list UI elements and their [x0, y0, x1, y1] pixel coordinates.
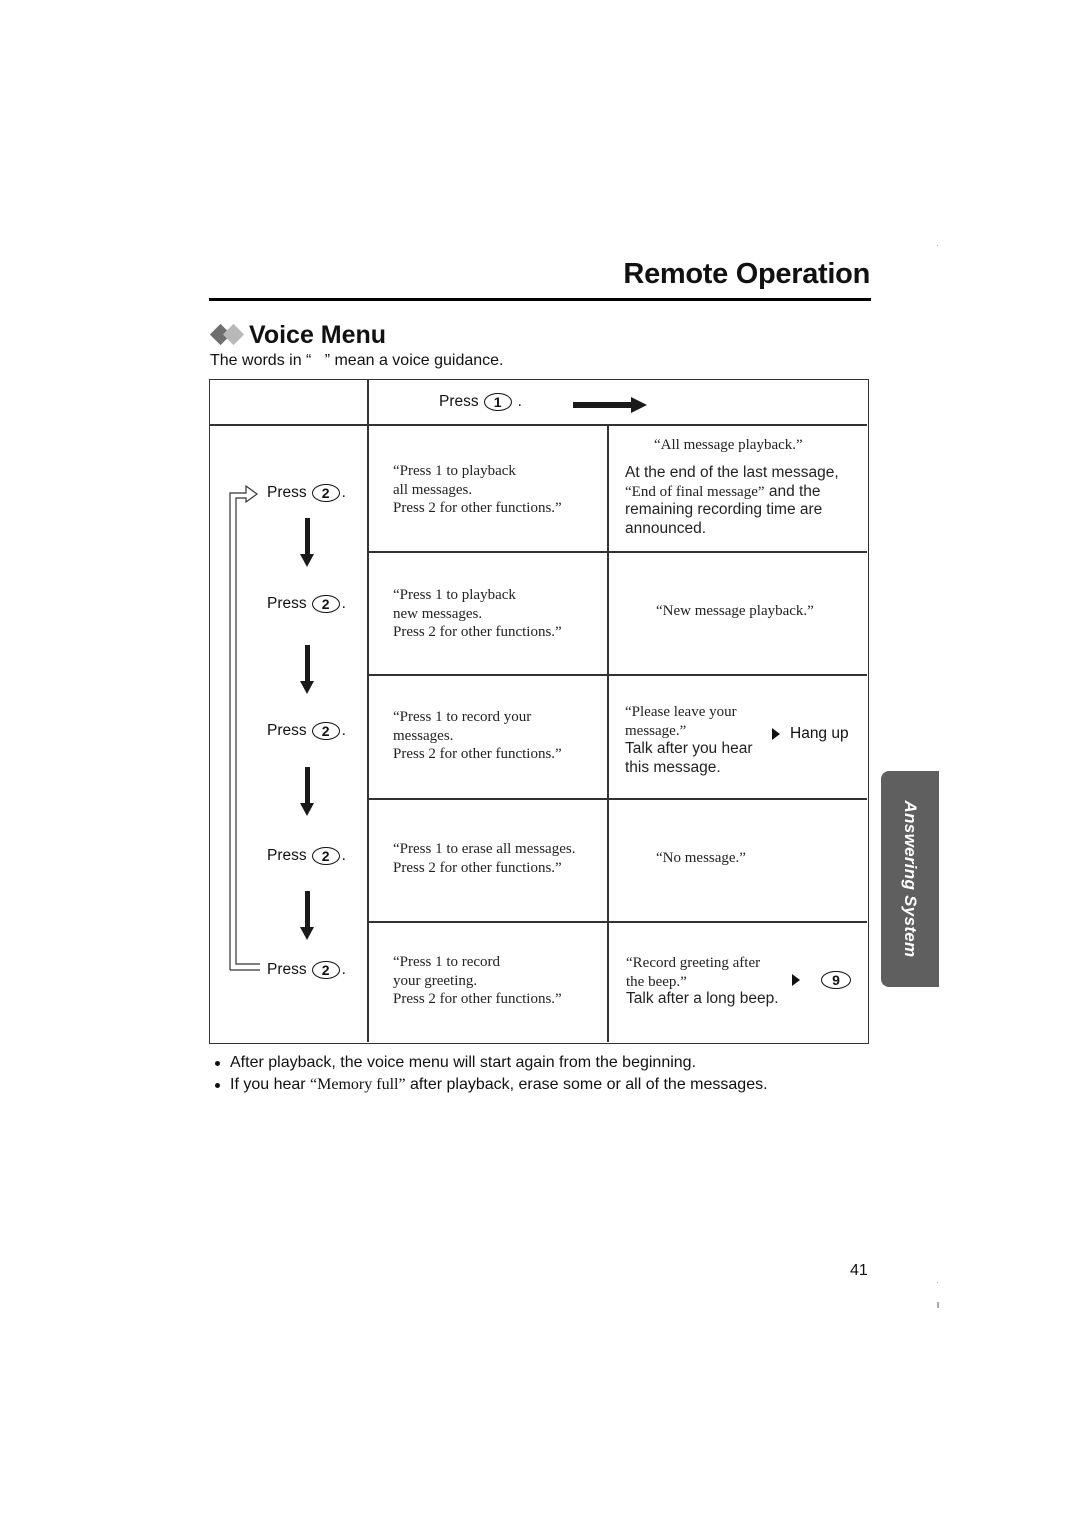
small-arrow-right-icon [792, 974, 800, 986]
result-voice: “New message playback.” [656, 603, 814, 619]
side-tab-label: Answering System [901, 800, 920, 958]
double-diamond-icon [209, 323, 246, 346]
note-text: If you hear “Memory full” after playback… [230, 1076, 768, 1094]
result-voice: “Please leave your message.” [625, 704, 737, 739]
result-note: At the end of the last message, “End of … [625, 464, 865, 538]
press-label: Press [439, 393, 479, 410]
table-divider [210, 424, 867, 426]
press-2-row-4: Press 2 . [267, 847, 346, 865]
note-item: If you hear “Memory full” after playback… [215, 1076, 768, 1094]
press-suffix: . [517, 393, 522, 410]
note-text-part: If you hear [230, 1076, 311, 1093]
key-icon: 2 [311, 722, 340, 740]
hang-up-action: Hang up [772, 725, 849, 743]
note-text-part: after playback, erase some or all of the… [405, 1076, 768, 1093]
heading-rule [209, 298, 871, 301]
page-number: 41 [850, 1262, 868, 1279]
bullet-icon [215, 1060, 220, 1066]
table-divider [367, 380, 369, 1042]
prompt-text: “Press 1 to record your greeting. Press … [393, 954, 562, 1007]
arrow-down-icon [300, 518, 314, 568]
small-arrow-right-icon [772, 728, 780, 740]
scan-speck [937, 1302, 939, 1308]
note-text: After playback, the voice menu will star… [230, 1054, 697, 1071]
section-title-text: Voice Menu [249, 320, 387, 349]
table-divider [367, 674, 867, 676]
result-note-voice: “End of final message” [625, 483, 765, 500]
press-2-row-5: Press 2 . [267, 961, 346, 979]
result-note: Talk after a long beep. [626, 990, 779, 1007]
press-suffix: . [341, 595, 346, 612]
key-icon: 2 [311, 961, 340, 979]
press-2-row-3: Press 2 . [267, 722, 346, 740]
result-note-line: “End of final message” and the [625, 483, 865, 502]
prompt-text: “Press 1 to record your messages. Press … [393, 709, 562, 762]
loop-back-arrow-icon [229, 484, 260, 971]
scan-speck [937, 245, 938, 246]
result-voice: “All message playback.” [654, 437, 803, 453]
press-label: Press [267, 484, 307, 501]
result-note-line: remaining recording time are [625, 501, 823, 518]
key-icon: 2 [311, 595, 340, 613]
table-divider [367, 798, 867, 800]
key-icon: 1 [483, 393, 512, 411]
arrow-right-icon [573, 397, 647, 413]
table-divider [367, 551, 867, 553]
arrow-down-icon [300, 891, 314, 941]
result-voice: “No message.” [656, 850, 746, 866]
press-suffix: . [341, 722, 346, 739]
arrow-down-icon [300, 645, 314, 695]
bullet-icon [215, 1082, 220, 1088]
note-voice-text: “Memory full” [310, 1076, 406, 1093]
press-suffix: . [341, 961, 346, 978]
result-note-text: and the [764, 482, 821, 500]
result-note-line: announced. [625, 519, 707, 537]
key-icon: 9 [821, 971, 851, 989]
key-icon: 2 [311, 484, 340, 502]
note-item: After playback, the voice menu will star… [215, 1054, 696, 1072]
press-suffix: . [341, 847, 346, 864]
result-note: Talk after you hear this message. [625, 740, 753, 776]
intro-text: The words in “ ” mean a voice guidance. [210, 352, 504, 369]
arrow-down-icon [300, 767, 314, 817]
press-label: Press [267, 847, 307, 864]
prompt-text: “Press 1 to playback new messages. Press… [393, 587, 562, 640]
press-suffix: . [341, 484, 346, 501]
table-divider [607, 424, 609, 1042]
result-note-line: At the end of the last message, [625, 464, 839, 481]
press-label: Press [267, 961, 307, 978]
action-label: Hang up [790, 725, 849, 742]
prompt-text: “Press 1 to playback all messages. Press… [393, 463, 562, 516]
page-heading: Remote Operation [623, 258, 870, 290]
scan-speck [937, 1282, 938, 1283]
side-tab-answering-system: Answering System [881, 771, 939, 987]
press-2-row-1: Press 2 . [267, 484, 346, 502]
prompt-text: “Press 1 to erase all messages. Press 2 … [393, 841, 576, 876]
press-label: Press [267, 722, 307, 739]
press-label: Press [267, 595, 307, 612]
table-divider [367, 921, 867, 923]
section-title: Voice Menu [209, 318, 387, 352]
press-2-row-2: Press 2 . [267, 595, 346, 613]
key-icon: 2 [311, 847, 340, 865]
voice-menu-table: Press 1 . Press 2 . Press 2 . Press 2 . … [209, 379, 869, 1044]
result-voice: “Record greeting after the beep.” [626, 955, 761, 990]
press-9-action: 9 [792, 971, 851, 989]
header-press-1: Press 1 . [439, 393, 522, 411]
